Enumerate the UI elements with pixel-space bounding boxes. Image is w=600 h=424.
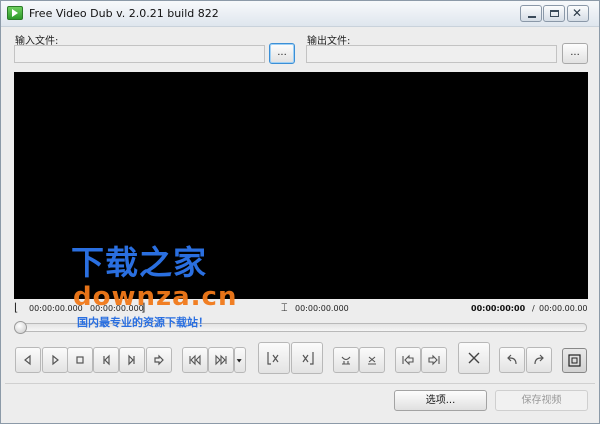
delete-selection-button[interactable] <box>359 347 385 373</box>
play-icon <box>52 354 59 366</box>
redo-icon <box>534 354 544 365</box>
options-button[interactable]: 选项... <box>394 390 487 411</box>
go-start-icon <box>189 354 201 366</box>
cancel-icon <box>468 352 480 364</box>
go-end-icon <box>215 354 227 366</box>
watermark-tagline: 国内最专业的资源下载站！ <box>77 316 209 329</box>
stop-icon <box>76 356 84 364</box>
prev-keyframe-icon <box>402 354 414 366</box>
bottom-divider <box>5 383 595 384</box>
film-play-icon <box>7 6 23 20</box>
input-file-field[interactable] <box>14 45 265 63</box>
play-button[interactable] <box>42 347 68 373</box>
cursor-time: 00:00:00.000 <box>295 304 349 313</box>
undo-icon <box>507 354 517 365</box>
mark-in-button[interactable] <box>258 342 290 374</box>
undo-button[interactable] <box>499 347 525 373</box>
dropdown-arrow-icon <box>236 359 242 363</box>
next-keyframe-button[interactable] <box>421 347 447 373</box>
cut-button[interactable] <box>333 347 359 373</box>
minimize-icon <box>528 16 536 18</box>
redo-button[interactable] <box>526 347 552 373</box>
navigation-dropdown-button[interactable] <box>234 347 246 373</box>
mark-out-button[interactable] <box>291 342 323 374</box>
skip-start-button[interactable] <box>93 347 119 373</box>
minimize-button[interactable] <box>520 5 542 22</box>
window-title: Free Video Dub v. 2.0.21 build 822 <box>29 7 219 20</box>
mark-in-marker-icon: ⌊ <box>14 301 19 314</box>
next-frame-icon <box>154 354 164 366</box>
app-window: Free Video Dub v. 2.0.21 build 822 ✕ 输入文… <box>0 0 600 424</box>
skip-end-icon <box>128 354 135 366</box>
next-keyframe-icon <box>428 354 440 366</box>
save-video-button[interactable]: 保存视频 <box>495 390 588 411</box>
maximize-icon <box>550 10 559 17</box>
cursor-marker-icon: ⌶ <box>281 301 288 314</box>
watermark-logo-text: 下载之家 <box>71 243 207 282</box>
fullscreen-button[interactable] <box>562 348 587 373</box>
watermark-domain: downza.cn <box>73 282 238 312</box>
delete-selection-icon <box>368 356 376 365</box>
go-start-button[interactable] <box>182 347 208 373</box>
prev-frame-icon <box>24 354 31 366</box>
time-separator: / <box>532 304 535 313</box>
go-end-button[interactable] <box>208 347 234 373</box>
close-button[interactable]: ✕ <box>567 5 589 22</box>
skip-start-icon <box>103 354 110 366</box>
mark-out-icon <box>302 352 314 365</box>
fullscreen-icon <box>568 354 581 367</box>
prev-keyframe-button[interactable] <box>395 347 421 373</box>
stop-button[interactable] <box>67 347 93 373</box>
next-frame-button[interactable] <box>146 347 172 373</box>
input-browse-button[interactable]: ... <box>269 43 295 64</box>
output-browse-button[interactable]: ... <box>562 43 588 64</box>
scissors-icon <box>341 356 351 365</box>
prev-frame-button[interactable] <box>15 347 41 373</box>
current-time: 00:00:00:00 <box>471 304 526 313</box>
close-icon: ✕ <box>572 6 583 20</box>
skip-end-button[interactable] <box>119 347 145 373</box>
mark-in-icon <box>267 352 279 365</box>
output-file-field[interactable] <box>306 45 557 63</box>
cancel-edit-button[interactable] <box>458 342 490 374</box>
title-bar[interactable]: Free Video Dub v. 2.0.21 build 822 ✕ <box>1 1 599 27</box>
maximize-button[interactable] <box>543 5 565 22</box>
seek-handle[interactable] <box>14 321 27 334</box>
total-time: 00:00.00.00 <box>539 304 588 313</box>
